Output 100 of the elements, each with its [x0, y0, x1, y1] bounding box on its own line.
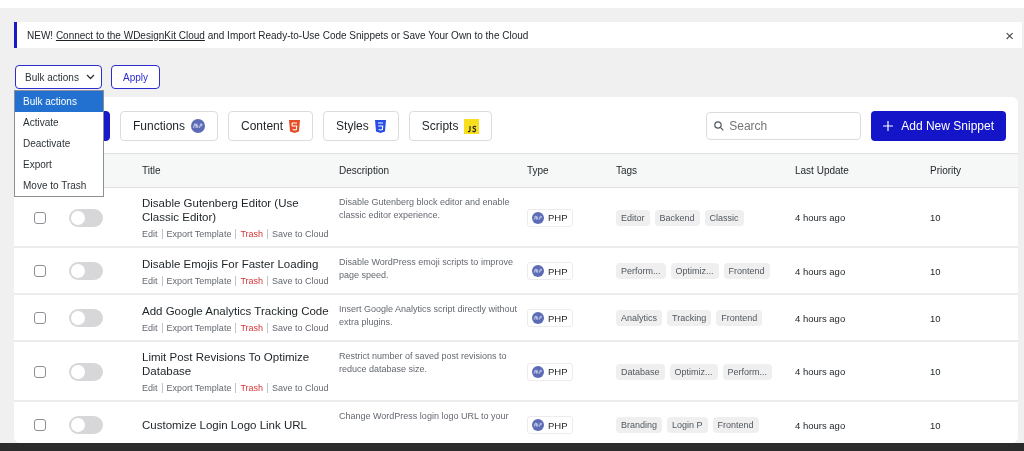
- row-action-link[interactable]: Save to Cloud: [267, 383, 329, 393]
- filter-tab[interactable]: Content: [228, 111, 314, 141]
- cloud-link[interactable]: Connect to the WDesignKit Cloud: [55, 29, 205, 41]
- bulk-actions-select[interactable]: Bulk actions: [15, 65, 102, 89]
- menu-option[interactable]: Activate: [15, 112, 103, 133]
- menu-option[interactable]: Move to Trash: [15, 175, 103, 196]
- apply-button[interactable]: Apply: [111, 65, 160, 89]
- close-button[interactable]: ×: [1005, 26, 1014, 44]
- snippet-title[interactable]: Limit Post Revisions To Optimize Database: [142, 350, 339, 378]
- last-update: 4 hours ago: [795, 366, 847, 377]
- tag-chip: Database: [616, 363, 665, 380]
- type-badge: PHP: [527, 262, 573, 280]
- type-badge: PHP: [527, 416, 573, 434]
- snippet-title[interactable]: Add Google Analytics Tracking Code: [142, 303, 339, 318]
- row-action-link[interactable]: Save to Cloud: [267, 275, 329, 286]
- last-update: 4 hours ago: [795, 419, 847, 431]
- priority-value: 10: [930, 265, 942, 277]
- add-snippet-button[interactable]: Add New Snippet: [871, 111, 1006, 141]
- toggle-switch[interactable]: [69, 416, 103, 434]
- menu-option[interactable]: Bulk actions: [15, 91, 103, 112]
- type-badge: PHP: [527, 208, 573, 227]
- row-checkbox[interactable]: [34, 365, 46, 378]
- type-badge: PHP: [527, 362, 573, 381]
- php-icon: [532, 365, 544, 378]
- row-checkbox[interactable]: [34, 265, 46, 277]
- tag-chip: Frontend: [712, 417, 759, 433]
- snippet-description: Disable Gutenberg block editor and enable classic editor experience.: [339, 196, 511, 222]
- type-badge: PHP: [527, 309, 573, 327]
- php-icon: [191, 119, 206, 133]
- row-checkbox[interactable]: [34, 419, 46, 431]
- row-action-link[interactable]: Export Template: [161, 229, 232, 239]
- last-update: 4 hours ago: [795, 265, 847, 277]
- php-icon: [532, 419, 544, 431]
- search-field[interactable]: Search: [706, 112, 862, 140]
- menu-option[interactable]: Deactivate: [15, 133, 103, 154]
- tag-chip: Optimiz...: [670, 263, 719, 279]
- php-icon: [532, 265, 544, 277]
- row-action-link[interactable]: Edit: [142, 275, 158, 286]
- notice-text: NEW! Connect to the WDesignKit Cloud and Import Ready-to-Use Code Snippets or Save Your Own to the Cloud: [27, 29, 530, 41]
- column-header: Priority: [930, 165, 963, 176]
- priority-value: 10: [930, 212, 942, 223]
- tag-chip: Branding: [616, 417, 663, 433]
- row-action-link[interactable]: Edit: [142, 322, 158, 333]
- search-icon: [714, 121, 725, 131]
- row-action-link[interactable]: Save to Cloud: [267, 322, 329, 333]
- tag-chip: Frontend: [716, 310, 763, 326]
- tag-chip: Backend: [654, 209, 700, 226]
- filter-tab[interactable]: Styles: [323, 111, 399, 141]
- tag-chip: Optimiz...: [669, 363, 718, 380]
- filter-tab[interactable]: Functions: [120, 111, 219, 141]
- row-action-link[interactable]: Save to Cloud: [267, 229, 329, 239]
- priority-value: 10: [930, 366, 942, 377]
- tag-chip: Classic: [704, 209, 744, 226]
- row-action-link[interactable]: Export Template: [161, 275, 232, 286]
- last-update: 4 hours ago: [795, 212, 847, 223]
- toggle-switch[interactable]: [69, 208, 103, 227]
- trash-link[interactable]: Trash: [235, 383, 264, 393]
- column-header: Description: [339, 165, 391, 176]
- tag-chip: Perform...: [616, 263, 666, 279]
- chevron-down-icon: [86, 74, 95, 80]
- row-action-link[interactable]: Export Template: [161, 322, 232, 333]
- row-checkbox[interactable]: [34, 312, 46, 324]
- column-header: Last Update: [795, 165, 850, 176]
- php-icon: [532, 312, 544, 324]
- snippet-description: Insert Google Analytics script directly without extra plugins.: [339, 303, 519, 329]
- filter-tab[interactable]: Scripts: [408, 111, 493, 141]
- toggle-switch[interactable]: [69, 262, 103, 280]
- last-update: 4 hours ago: [795, 312, 847, 324]
- tag-chip: Perform...: [722, 363, 773, 380]
- column-header: Tags: [616, 165, 639, 176]
- column-header: Type: [527, 165, 550, 176]
- column-header: Title: [142, 165, 162, 176]
- js-icon: [464, 118, 480, 134]
- priority-value: 10: [930, 419, 942, 431]
- html5-icon: [289, 119, 301, 133]
- toggle-switch[interactable]: [69, 362, 103, 381]
- tag-chip: Editor: [616, 209, 650, 226]
- row-action-link[interactable]: Edit: [142, 229, 158, 239]
- row-action-link[interactable]: Edit: [142, 383, 158, 393]
- plus-icon: [883, 121, 894, 131]
- css3-icon: [374, 119, 386, 133]
- trash-link[interactable]: Trash: [235, 275, 264, 286]
- toggle-switch[interactable]: [69, 309, 103, 327]
- snippet-title[interactable]: Disable Gutenberg Editor (Use Classic Editor): [142, 196, 339, 224]
- tag-chip: Tracking: [667, 310, 712, 326]
- tag-chip: Analytics: [616, 310, 662, 326]
- snippet-description: Restrict number of saved post revisions to reduce database size.: [339, 350, 508, 376]
- row-checkbox[interactable]: [34, 211, 46, 224]
- snippet-description: Disable WordPress emoji scripts to improve page speed.: [339, 256, 514, 282]
- php-icon: [532, 211, 544, 224]
- snippet-description: Change WordPress login logo URL to your: [339, 410, 510, 423]
- snippet-title[interactable]: Disable Emojis For Faster Loading: [142, 256, 339, 271]
- priority-value: 10: [930, 312, 942, 324]
- tag-chip: Frontend: [723, 263, 770, 279]
- menu-option[interactable]: Export: [15, 154, 103, 175]
- row-action-link[interactable]: Export Template: [161, 383, 232, 393]
- trash-link[interactable]: Trash: [235, 229, 264, 239]
- tag-chip: Login P: [667, 417, 708, 433]
- trash-link[interactable]: Trash: [235, 322, 264, 333]
- snippet-title[interactable]: Customize Login Logo Link URL: [142, 418, 339, 432]
